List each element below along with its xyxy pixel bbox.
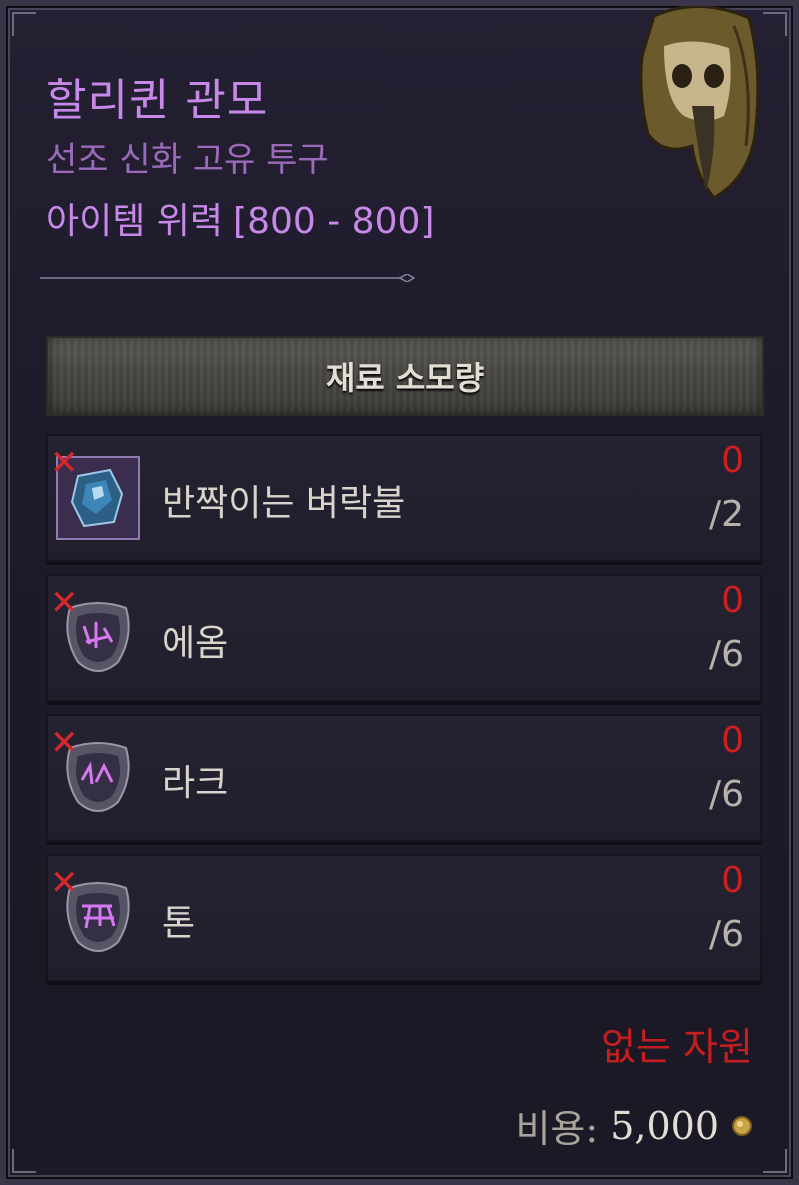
cost-value: 5,000 [610, 1103, 719, 1148]
material-row[interactable]: ✕ 에옴 0 /6 [46, 574, 762, 702]
material-required-count: /6 [708, 914, 744, 955]
item-power-value: [800 - 800] [233, 201, 435, 242]
materials-header: 재료 소모량 [46, 336, 764, 416]
item-type: 선조 신화 고유 투구 [46, 140, 329, 180]
material-owned-count: 0 [721, 720, 744, 761]
missing-mark-icon: ✕ [50, 443, 79, 483]
material-name: 반짝이는 벼락불 [162, 483, 406, 524]
material-row[interactable]: ✕ 라크 0 /6 [46, 714, 762, 842]
item-power-label: 아이템 위력 [46, 201, 224, 242]
cost-display: 비용: 5,000 [515, 1098, 753, 1153]
helmet-icon [634, 6, 764, 201]
item-name: 할리퀸 관모 [46, 75, 269, 126]
missing-resources-warning: 없는 자원 [601, 1025, 753, 1069]
material-owned-count: 0 [721, 860, 744, 901]
gold-coin-icon [732, 1115, 752, 1136]
title-divider [40, 274, 415, 282]
cost-label: 비용: [515, 1107, 599, 1151]
missing-mark-icon: ✕ [50, 583, 79, 623]
material-required-count: /2 [708, 494, 744, 535]
material-required-count: /6 [708, 774, 744, 815]
material-required-count: /6 [708, 634, 744, 675]
material-row[interactable]: ✕ 반짝이는 벼락불 0 /2 [46, 434, 762, 562]
material-name: 라크 [162, 763, 229, 804]
item-tooltip-panel: 할리퀸 관모 선조 신화 고유 투구 아이템 위력 [800 - 800] 재료 … [0, 0, 799, 1185]
material-name: 톤 [162, 903, 196, 944]
material-name: 에옴 [162, 623, 229, 664]
materials-header-label: 재료 소모량 [325, 359, 485, 397]
frame-corner [763, 12, 787, 36]
frame-corner [12, 12, 36, 36]
missing-mark-icon: ✕ [50, 863, 79, 903]
missing-mark-icon: ✕ [50, 723, 79, 763]
material-owned-count: 0 [721, 440, 744, 481]
frame-corner [12, 1149, 36, 1173]
frame-corner [763, 1149, 787, 1173]
item-power: 아이템 위력 [800 - 800] [46, 192, 434, 244]
material-owned-count: 0 [721, 580, 744, 621]
material-row[interactable]: ✕ 톤 0 /6 [46, 854, 762, 982]
